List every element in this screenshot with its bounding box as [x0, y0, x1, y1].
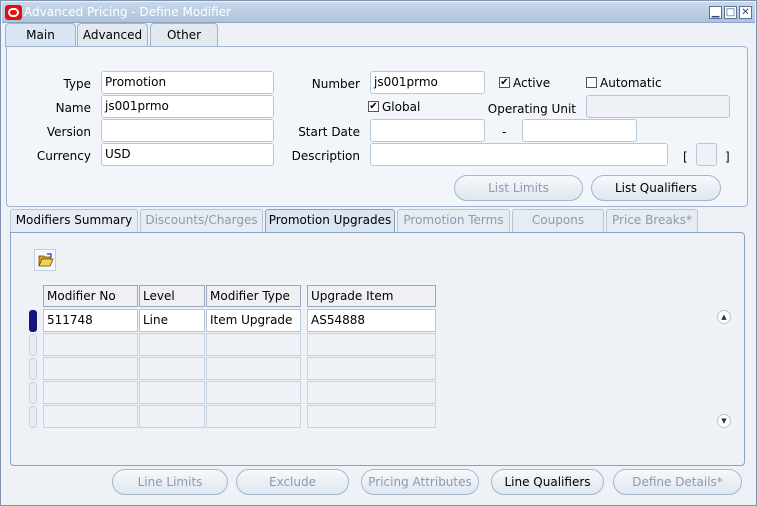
row-selector[interactable]	[29, 334, 37, 356]
automatic-checkbox[interactable]	[586, 77, 597, 88]
tab-promotion-terms[interactable]: Promotion Terms	[397, 209, 510, 232]
column-header-upgrade-item: Upgrade Item	[307, 285, 436, 307]
upgrade-item-cell[interactable]	[307, 357, 436, 380]
column-header-modifier-no: Modifier No	[43, 285, 138, 307]
modifier-type-cell[interactable]	[206, 357, 301, 380]
folder-open-icon	[38, 253, 54, 267]
upgrade-item-cell[interactable]	[307, 381, 436, 404]
level-cell[interactable]: Line	[139, 309, 205, 332]
level-cell[interactable]	[139, 357, 205, 380]
currency-label: Currency	[36, 149, 91, 163]
tab-discounts-charges[interactable]: Discounts/Charges	[140, 209, 263, 232]
scroll-up-icon[interactable]: ▲	[717, 310, 731, 324]
start-date-label: Start Date	[298, 125, 360, 139]
define-details-button[interactable]: Define Details*	[613, 469, 742, 495]
modifier-no-cell[interactable]	[43, 405, 138, 428]
pricing-attributes-button[interactable]: Pricing Attributes	[361, 469, 479, 495]
modifier-type-cell[interactable]	[206, 333, 301, 356]
automatic-label: Automatic	[600, 76, 662, 90]
flex-bracket-close: ]	[725, 150, 730, 164]
flex-bracket-open: [	[683, 150, 688, 164]
scroll-down-icon[interactable]: ▼	[717, 414, 731, 428]
folder-open-button[interactable]	[34, 249, 56, 271]
modifier-no-cell[interactable]	[43, 333, 138, 356]
name-label: Name	[55, 101, 91, 115]
level-cell[interactable]	[139, 333, 205, 356]
version-field[interactable]	[101, 119, 274, 142]
upgrade-item-cell[interactable]	[307, 405, 436, 428]
exclude-button[interactable]: Exclude	[236, 469, 349, 495]
line-qualifiers-button[interactable]: Line Qualifiers	[491, 469, 604, 495]
version-label: Version	[46, 125, 91, 139]
active-label: Active	[513, 76, 551, 90]
start-date-field[interactable]	[370, 119, 485, 142]
operating-unit-label: Operating Unit	[487, 102, 576, 116]
end-date-field[interactable]	[522, 119, 637, 142]
row-selector-current[interactable]	[29, 310, 37, 332]
tab-coupons[interactable]: Coupons	[512, 209, 604, 232]
list-limits-button[interactable]: List Limits	[454, 175, 583, 201]
level-cell[interactable]	[139, 381, 205, 404]
modifier-type-cell[interactable]	[206, 381, 301, 404]
modifier-type-cell[interactable]: Item Upgrade	[206, 309, 301, 332]
close-icon[interactable]: ✕	[739, 6, 752, 19]
modifier-no-cell[interactable]	[43, 381, 138, 404]
tab-advanced[interactable]: Advanced	[77, 23, 148, 47]
row-selector[interactable]	[29, 406, 37, 428]
description-label: Description	[291, 149, 360, 163]
type-label: Type	[63, 77, 91, 91]
maximize-icon[interactable]: □	[724, 6, 737, 19]
tab-promotion-upgrades[interactable]: Promotion Upgrades	[265, 209, 395, 232]
descriptive-flexfield[interactable]	[696, 143, 717, 166]
row-selector[interactable]	[29, 382, 37, 404]
vertical-scrollbar[interactable]	[717, 309, 731, 429]
number-field[interactable]: js001prmo	[370, 71, 485, 94]
column-header-level: Level	[139, 285, 205, 307]
modifier-no-cell[interactable]	[43, 357, 138, 380]
list-qualifiers-button[interactable]: List Qualifiers	[591, 175, 721, 201]
tab-price-breaks[interactable]: Price Breaks*	[606, 209, 698, 232]
active-checkbox[interactable]: ✔	[499, 77, 510, 88]
line-limits-button[interactable]: Line Limits	[112, 469, 228, 495]
tab-main[interactable]: Main	[5, 23, 76, 47]
oracle-logo-icon	[5, 5, 22, 20]
minimize-icon[interactable]: ▁	[709, 6, 722, 19]
global-checkbox[interactable]: ✔	[368, 101, 379, 112]
title-bar[interactable]: Advanced Pricing - Define Modifier ▁ □ ✕	[2, 2, 755, 23]
upgrade-item-cell[interactable]: AS54888	[307, 309, 436, 332]
column-header-modifier-type: Modifier Type	[206, 285, 301, 307]
modifier-type-cell[interactable]	[206, 405, 301, 428]
currency-field[interactable]: USD	[101, 143, 274, 166]
window-title: Advanced Pricing - Define Modifier	[24, 5, 231, 19]
operating-unit-field[interactable]	[586, 95, 730, 118]
date-separator: -	[502, 125, 507, 139]
tab-other[interactable]: Other	[150, 23, 218, 47]
row-selector[interactable]	[29, 358, 37, 380]
number-label: Number	[311, 77, 360, 91]
type-field[interactable]: Promotion	[101, 71, 274, 94]
modifier-no-cell[interactable]: 511748	[43, 309, 138, 332]
level-cell[interactable]	[139, 405, 205, 428]
name-field[interactable]: js001prmo	[101, 95, 274, 118]
global-label: Global	[382, 100, 421, 114]
tab-modifiers-summary[interactable]: Modifiers Summary	[10, 209, 138, 232]
upgrade-item-cell[interactable]	[307, 333, 436, 356]
description-field[interactable]	[370, 143, 668, 166]
define-modifier-window: Advanced Pricing - Define Modifier ▁ □ ✕…	[0, 0, 757, 506]
